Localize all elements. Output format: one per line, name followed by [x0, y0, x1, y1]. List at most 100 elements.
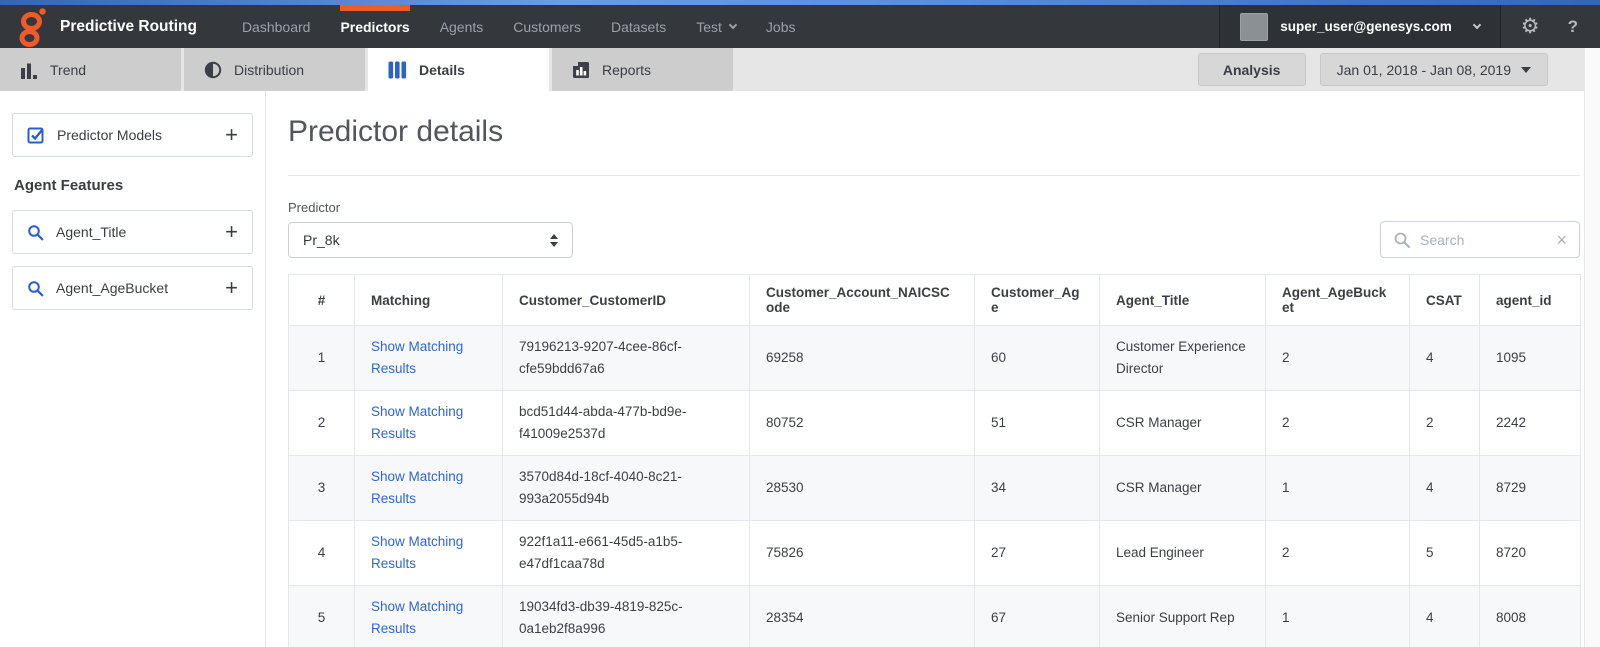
bar-chart-icon	[20, 61, 38, 79]
col-header-age-bucket: Agent_AgeBucket	[1266, 275, 1410, 326]
customer-id-cell: 79196213-9207-4cee-86cf-cfe59bdd67a6	[503, 326, 750, 391]
predictor-field-label: Predictor	[288, 200, 573, 215]
agent-id-cell: 2242	[1480, 391, 1581, 456]
show-matching-results-link[interactable]: Show Matching Results	[371, 599, 463, 636]
naics-cell: 75826	[750, 521, 975, 586]
nav-item-predictors[interactable]: Predictors	[340, 5, 409, 48]
nav-item-jobs[interactable]: Jobs	[766, 5, 796, 48]
select-spinner-icon	[550, 234, 558, 247]
col-header-csat: CSAT	[1410, 275, 1480, 326]
scrollbar-gutter[interactable]	[1584, 48, 1600, 647]
col-header-agent-id: agent_id	[1480, 275, 1581, 326]
csat-cell: 5	[1410, 521, 1480, 586]
csat-cell: 2	[1410, 391, 1480, 456]
customer-id-cell: bcd51d44-abda-477b-bd9e-f41009e2537d	[503, 391, 750, 456]
nav-item-datasets[interactable]: Datasets	[611, 5, 666, 48]
agent-features-heading: Agent Features	[14, 177, 253, 194]
agent-title-cell: CSR Manager	[1100, 456, 1266, 521]
predictor-details-table: # Matching Customer_CustomerID Customer_…	[288, 274, 1581, 647]
table-row: 4 Show Matching Results 922f1a11-e661-45…	[289, 521, 1581, 586]
chevron-down-icon	[1473, 21, 1481, 29]
feature-label: Agent_Title	[56, 224, 126, 240]
report-board-icon	[572, 61, 590, 79]
avatar	[1240, 13, 1268, 41]
search-icon	[1393, 231, 1411, 249]
age-bucket-cell: 2	[1266, 391, 1410, 456]
predictor-models-label: Predictor Models	[57, 127, 162, 143]
col-header-naics: Customer_Account_NAICSCode	[750, 275, 975, 326]
age-bucket-cell: 2	[1266, 326, 1410, 391]
add-icon[interactable]: +	[225, 277, 238, 299]
show-matching-results-link[interactable]: Show Matching Results	[371, 339, 463, 376]
customer-age-cell: 60	[975, 326, 1100, 391]
col-header-customer-age: Customer_Age	[975, 275, 1100, 326]
main-content: Predictor details Predictor Pr_8k ×	[266, 91, 1584, 647]
nav-item-customers[interactable]: Customers	[513, 5, 581, 48]
tab-distribution[interactable]: Distribution	[184, 48, 365, 91]
close-icon[interactable]: ×	[1556, 231, 1567, 249]
search-icon	[27, 280, 44, 297]
page-title: Predictor details	[288, 115, 1580, 149]
row-number: 1	[289, 326, 355, 391]
nav-item-dashboard[interactable]: Dashboard	[242, 5, 311, 48]
agent-id-cell: 8008	[1480, 586, 1581, 647]
feature-card-agent-agebucket[interactable]: Agent_AgeBucket +	[12, 266, 253, 310]
table-row: 2 Show Matching Results bcd51d44-abda-47…	[289, 391, 1581, 456]
user-menu[interactable]: super_user@genesys.com	[1219, 5, 1501, 48]
tab-bar-toolbar: Analysis Jan 01, 2018 - Jan 08, 2019	[1198, 53, 1548, 86]
tab-bar: Trend Distribution Details	[0, 48, 1584, 91]
search-icon	[27, 224, 44, 241]
table-row: 3 Show Matching Results 3570d84d-18cf-40…	[289, 456, 1581, 521]
csat-cell: 4	[1410, 586, 1480, 647]
navbar-right-group: super_user@genesys.com ⚙ ?	[1219, 5, 1600, 48]
naics-cell: 80752	[750, 391, 975, 456]
col-header-customer-id: Customer_CustomerID	[503, 275, 750, 326]
naics-cell: 28530	[750, 456, 975, 521]
naics-cell: 69258	[750, 326, 975, 391]
naics-cell: 28354	[750, 586, 975, 647]
show-matching-results-link[interactable]: Show Matching Results	[371, 534, 463, 571]
table-header-row: # Matching Customer_CustomerID Customer_…	[289, 275, 1581, 326]
nav-item-test-label: Test	[696, 19, 722, 35]
date-range-label: Jan 01, 2018 - Jan 08, 2019	[1337, 62, 1511, 78]
add-icon[interactable]: +	[225, 124, 238, 146]
gear-icon[interactable]: ⚙	[1521, 16, 1540, 37]
add-icon[interactable]: +	[225, 221, 238, 243]
customer-age-cell: 51	[975, 391, 1100, 456]
agent-title-cell: Senior Support Rep	[1100, 586, 1266, 647]
nav-item-agents[interactable]: Agents	[440, 5, 484, 48]
search-input[interactable]	[1420, 232, 1547, 248]
feature-card-agent-title[interactable]: Agent_Title +	[12, 210, 253, 254]
app-title: Predictive Routing	[60, 18, 197, 36]
analysis-button[interactable]: Analysis	[1198, 53, 1306, 86]
show-matching-results-link[interactable]: Show Matching Results	[371, 404, 463, 441]
app-window: Predictive Routing Dashboard Predictors …	[0, 0, 1600, 647]
chevron-down-icon	[1521, 67, 1531, 73]
genesys-logo-icon	[14, 7, 50, 47]
help-icon[interactable]: ?	[1568, 17, 1578, 37]
show-matching-results-link[interactable]: Show Matching Results	[371, 469, 463, 506]
divider	[288, 175, 1580, 176]
nav-item-test[interactable]: Test	[696, 5, 736, 48]
table-row: 5 Show Matching Results 19034fd3-db39-48…	[289, 586, 1581, 647]
predictor-models-card[interactable]: Predictor Models +	[12, 113, 253, 157]
columns-icon	[388, 61, 407, 79]
agent-id-cell: 8729	[1480, 456, 1581, 521]
col-header-matching: Matching	[355, 275, 503, 326]
predictor-select[interactable]: Pr_8k	[288, 222, 573, 258]
date-range-button[interactable]: Jan 01, 2018 - Jan 08, 2019	[1320, 53, 1548, 86]
predictor-select-value: Pr_8k	[303, 232, 340, 248]
tab-details[interactable]: Details	[368, 48, 549, 91]
feature-label: Agent_AgeBucket	[56, 280, 168, 296]
agent-title-cell: Lead Engineer	[1100, 521, 1266, 586]
csat-cell: 4	[1410, 326, 1480, 391]
predictor-field-group: Predictor Pr_8k	[288, 200, 573, 258]
checkbox-checked-icon	[27, 126, 45, 144]
user-email: super_user@genesys.com	[1280, 19, 1452, 34]
tab-reports[interactable]: Reports	[552, 48, 733, 91]
customer-id-cell: 922f1a11-e661-45d5-a1b5-e47df1caa78d	[503, 521, 750, 586]
tab-reports-label: Reports	[602, 62, 651, 78]
customer-age-cell: 27	[975, 521, 1100, 586]
table-row: 1 Show Matching Results 79196213-9207-4c…	[289, 326, 1581, 391]
tab-trend[interactable]: Trend	[0, 48, 181, 91]
